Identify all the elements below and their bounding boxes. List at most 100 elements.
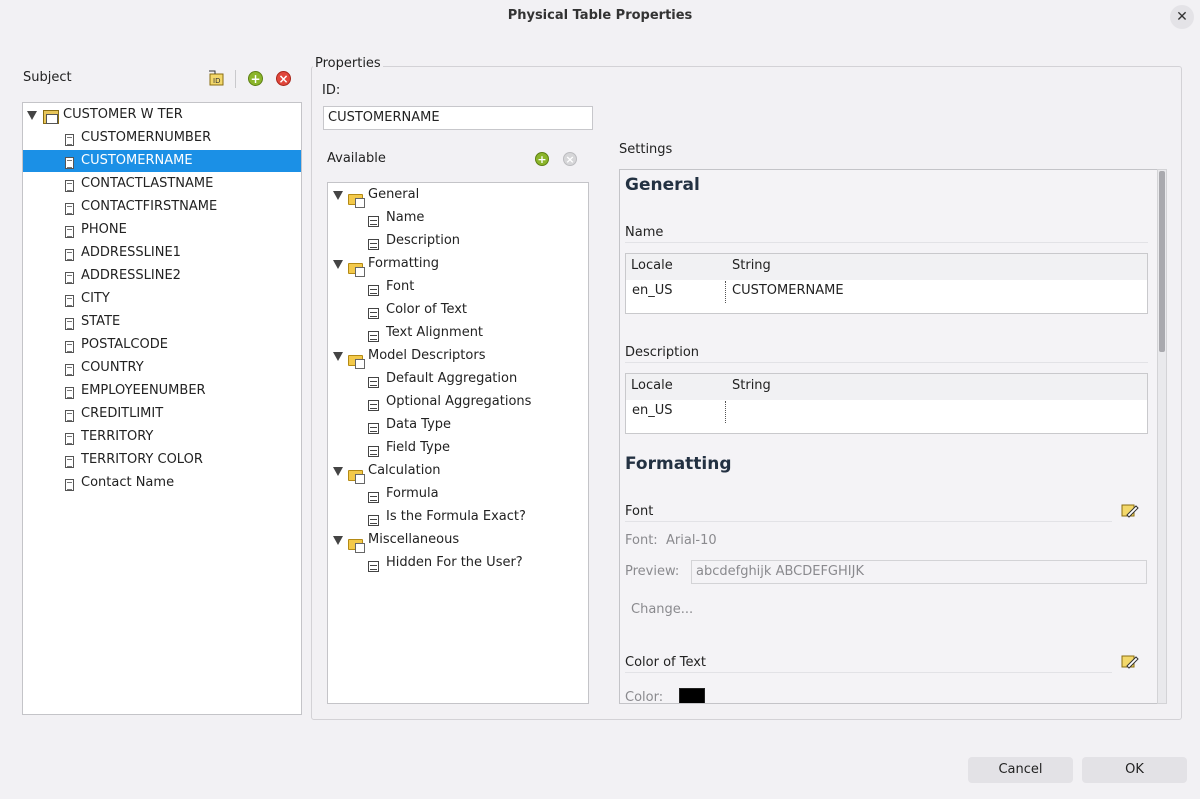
remove-icon: × [565, 153, 575, 166]
change-font-button[interactable]: Change... [631, 602, 693, 617]
column-icon [65, 295, 74, 307]
property-group-label: Formatting [368, 256, 440, 271]
property-item[interactable]: Description [328, 230, 588, 252]
property-item[interactable]: Optional Aggregations [328, 391, 588, 413]
expand-triangle-icon[interactable] [333, 191, 343, 200]
id-input[interactable]: CUSTOMERNAME [323, 106, 593, 130]
subject-item-label: CUSTOMERNAME [81, 153, 193, 168]
settings-scrollbar[interactable] [1157, 169, 1167, 704]
id-label: ID: [322, 83, 341, 98]
name-locale-cell[interactable]: en_US [632, 283, 673, 298]
subject-item[interactable]: CONTACTFIRSTNAME [23, 196, 301, 218]
property-item-label: Is the Formula Exact? [386, 509, 526, 524]
subject-item[interactable]: COUNTRY [23, 357, 301, 379]
settings-panel[interactable]: General Name Locale String en_US CUSTOME… [619, 169, 1167, 704]
font-edit-button[interactable] [1121, 503, 1139, 523]
property-item-label: Data Type [386, 417, 452, 432]
subject-item[interactable]: ADDRESSLINE1 [23, 242, 301, 264]
property-item[interactable]: Name [328, 207, 588, 229]
scrollbar-thumb[interactable] [1159, 171, 1165, 352]
color-swatch[interactable] [679, 688, 705, 703]
expand-triangle-icon[interactable] [333, 352, 343, 361]
subject-tree[interactable]: CUSTOMER W TER CUSTOMERNUMBER CUSTOMERNAM… [22, 102, 302, 715]
subject-item-label: Contact Name [81, 475, 175, 490]
subject-item[interactable]: EMPLOYEENUMBER [23, 380, 301, 402]
subject-item[interactable]: STATE [23, 311, 301, 333]
properties-label: Properties [313, 56, 383, 71]
property-item[interactable]: Field Type [328, 437, 588, 459]
property-item[interactable]: Font [328, 276, 588, 298]
property-group-label: Model Descriptors [368, 348, 486, 363]
cancel-button[interactable]: Cancel [968, 757, 1073, 783]
property-item-label: Optional Aggregations [386, 394, 532, 409]
property-icon [368, 377, 379, 388]
property-icon [368, 423, 379, 434]
ok-button[interactable]: OK [1082, 757, 1187, 783]
subject-item[interactable]: TERRITORY [23, 426, 301, 448]
available-tree[interactable]: General Name Description Formatting Font Colo… [327, 182, 589, 704]
property-group[interactable]: Miscellaneous [328, 529, 588, 553]
expand-triangle-icon[interactable] [333, 260, 343, 269]
preview-key-label: Preview: [625, 564, 680, 579]
formatting-heading: Formatting [625, 454, 732, 474]
property-item[interactable]: Default Aggregation [328, 368, 588, 390]
property-group[interactable]: Calculation [328, 460, 588, 484]
folder-icon [348, 194, 365, 208]
property-item[interactable]: Text Alignment [328, 322, 588, 344]
description-locale-cell[interactable]: en_US [632, 403, 673, 418]
column-icon [65, 479, 74, 491]
property-item-label: Font [386, 279, 415, 294]
property-item-label: Name [386, 210, 425, 225]
property-item-label: Color of Text [386, 302, 468, 317]
property-item[interactable]: Is the Formula Exact? [328, 506, 588, 528]
expand-triangle-icon[interactable] [333, 467, 343, 476]
column-header-locale[interactable]: Locale [631, 258, 673, 273]
dialog-title: Physical Table Properties [507, 8, 693, 23]
subject-item[interactable]: CITY [23, 288, 301, 310]
column-header-locale[interactable]: Locale [631, 378, 673, 393]
subject-root[interactable]: CUSTOMER W TER [23, 104, 301, 126]
subject-item[interactable]: ADDRESSLINE2 [23, 265, 301, 287]
remove-property-button[interactable]: × [563, 152, 577, 166]
subject-item[interactable]: PHONE [23, 219, 301, 241]
name-locale-table[interactable]: Locale String en_US CUSTOMERNAME [625, 253, 1148, 314]
subject-item-label: STATE [81, 314, 121, 329]
subject-item[interactable]: POSTALCODE [23, 334, 301, 356]
folder-icon [348, 539, 365, 553]
add-subject-button[interactable]: + [248, 71, 263, 86]
remove-subject-button[interactable]: × [276, 71, 291, 86]
column-icon [65, 456, 74, 468]
name-string-cell[interactable]: CUSTOMERNAME [732, 283, 844, 298]
subject-item[interactable]: TERRITORY COLOR [23, 449, 301, 471]
color-key-label: Color: [625, 690, 664, 704]
property-item[interactable]: Hidden For the User? [328, 552, 588, 574]
expand-triangle-icon[interactable] [333, 536, 343, 545]
subject-item[interactable]: Contact Name [23, 472, 301, 494]
expand-triangle-icon[interactable] [27, 111, 37, 120]
property-group[interactable]: Model Descriptors [328, 345, 588, 369]
description-locale-table[interactable]: Locale String en_US [625, 373, 1148, 434]
font-section-label: Font [625, 504, 654, 519]
column-header-string[interactable]: String [732, 378, 771, 393]
property-item[interactable]: Color of Text [328, 299, 588, 321]
property-item[interactable]: Formula [328, 483, 588, 505]
subject-item-label: ADDRESSLINE2 [81, 268, 181, 283]
subject-item[interactable]: CUSTOMERNAME [23, 150, 301, 172]
property-item[interactable]: Data Type [328, 414, 588, 436]
property-group[interactable]: Formatting [328, 253, 588, 277]
property-group[interactable]: General [328, 184, 588, 208]
subject-item[interactable]: CREDITLIMIT [23, 403, 301, 425]
import-id-button[interactable]: ID [207, 70, 225, 87]
column-icon [65, 318, 74, 330]
subject-item[interactable]: CONTACTLASTNAME [23, 173, 301, 195]
subject-item-label: CITY [81, 291, 110, 306]
column-icon [65, 157, 74, 169]
property-icon [368, 561, 379, 572]
subject-item[interactable]: CUSTOMERNUMBER [23, 127, 301, 149]
close-button[interactable]: ✕ [1170, 5, 1194, 29]
cell-divider [725, 401, 726, 423]
color-edit-button[interactable] [1121, 654, 1139, 674]
add-property-button[interactable]: + [535, 152, 549, 166]
subject-item-label: CONTACTFIRSTNAME [81, 199, 218, 214]
column-header-string[interactable]: String [732, 258, 771, 273]
